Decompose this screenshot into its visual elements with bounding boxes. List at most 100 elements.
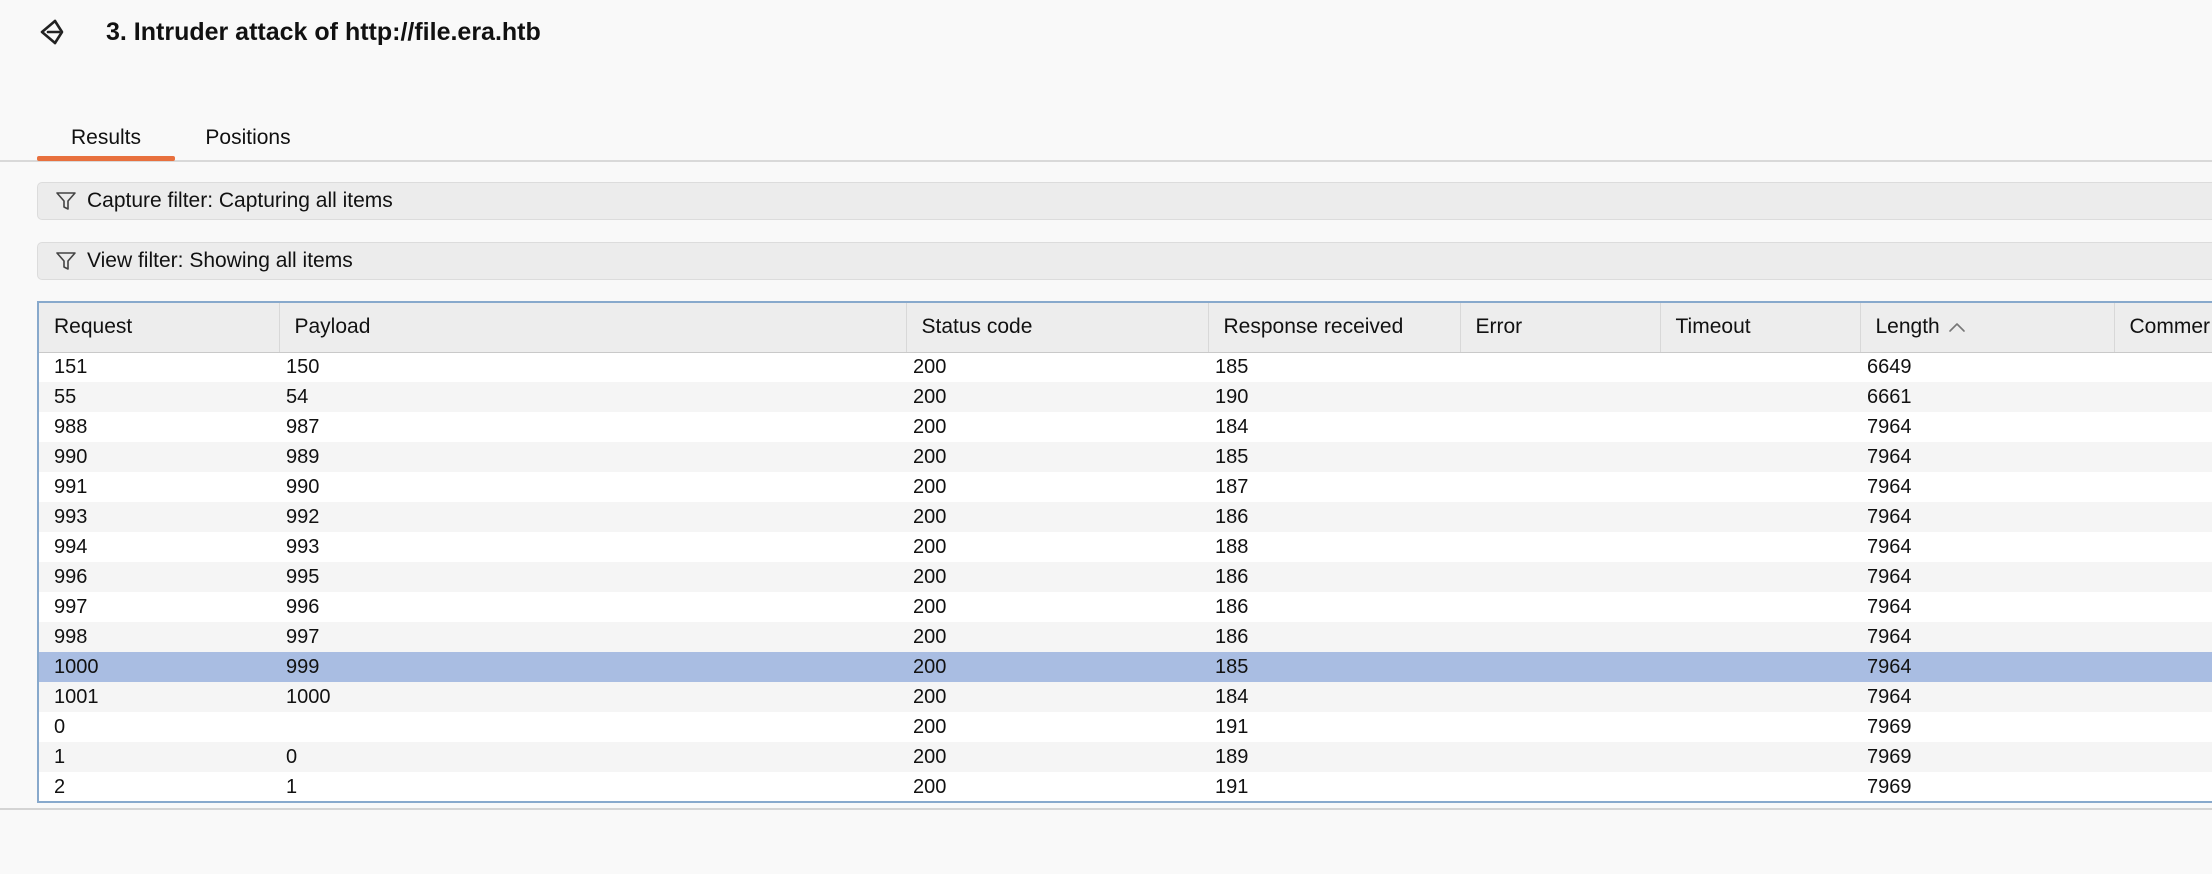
cell-payload: 150 bbox=[286, 355, 320, 378]
cell-payload: 1000 bbox=[279, 682, 906, 712]
cell-payload: 992 bbox=[279, 502, 906, 532]
cell-response-received: 186 bbox=[1208, 562, 1460, 592]
cell-payload: 54 bbox=[279, 382, 906, 412]
table-row[interactable]: 991 990 200 187 7964 bbox=[39, 472, 2212, 502]
page-title: 3. Intruder attack of http://file.era.ht… bbox=[106, 18, 541, 46]
cell-error bbox=[1460, 772, 1660, 801]
table-row[interactable]: 1000 999 200 185 7964 bbox=[39, 652, 2212, 682]
capture-filter-bar[interactable]: Capture filter: Capturing all items bbox=[37, 182, 2212, 220]
table-row[interactable]: 990 989 200 185 7964 bbox=[39, 442, 2212, 472]
cell-request: 994 bbox=[54, 535, 88, 558]
cell-comment bbox=[2114, 652, 2212, 682]
cell-error bbox=[1460, 622, 1660, 652]
cell-status-code: 200 bbox=[906, 502, 1208, 532]
cell-error bbox=[1460, 472, 1660, 502]
table-row[interactable]: 994 993 200 188 7964 bbox=[39, 532, 2212, 562]
cell-error bbox=[1460, 682, 1660, 712]
cell-request: 1001 bbox=[39, 682, 279, 712]
column-header-response-received[interactable]: Response received bbox=[1208, 303, 1461, 353]
results-table-container: Request Payload Status code Response rec… bbox=[37, 301, 2212, 803]
table-header-row: Request Payload Status code Response rec… bbox=[39, 303, 2212, 353]
cell-status-code: 200 bbox=[906, 442, 1208, 472]
cell-response-received: 185 bbox=[1215, 355, 1249, 378]
table-row[interactable]: 997 996 200 186 7964 bbox=[39, 592, 2212, 622]
cell-response-received: 184 bbox=[1208, 682, 1460, 712]
cell-status-code: 200 bbox=[906, 382, 1208, 412]
column-header-request[interactable]: Request bbox=[39, 303, 280, 353]
cell-length: 7969 bbox=[1867, 715, 1912, 738]
column-header-length[interactable]: Length bbox=[1860, 303, 2115, 353]
table-row[interactable]: 988 987 200 184 7964 bbox=[39, 412, 2212, 442]
cell-timeout bbox=[1660, 622, 1860, 652]
tab-positions[interactable]: Positions bbox=[190, 118, 306, 158]
cell-request: 990 bbox=[39, 442, 279, 472]
cell-timeout bbox=[1660, 772, 1860, 801]
cell-length: 7964 bbox=[1867, 595, 1912, 618]
cell-status-code: 200 bbox=[906, 652, 1208, 682]
column-header-comment[interactable]: Commer bbox=[2114, 303, 2212, 353]
cell-payload: 995 bbox=[279, 562, 906, 592]
cell-response-received: 186 bbox=[1208, 502, 1460, 532]
cell-response-received: 188 bbox=[1215, 535, 1249, 558]
cell-status-code: 200 bbox=[913, 775, 947, 798]
cell-length: 7964 bbox=[1860, 622, 2114, 652]
table-row[interactable]: 151 150 200 185 6649 bbox=[39, 352, 2212, 382]
cell-status-code: 200 bbox=[906, 562, 1208, 592]
cell-length: 7964 bbox=[1860, 502, 2114, 532]
table-row[interactable]: 996 995 200 186 7964 bbox=[39, 562, 2212, 592]
results-table: Request Payload Status code Response rec… bbox=[39, 303, 2212, 801]
cell-timeout bbox=[1660, 502, 1860, 532]
cell-timeout bbox=[1660, 532, 1860, 562]
back-arrow-icon bbox=[40, 19, 64, 45]
table-row[interactable]: 55 54 200 190 6661 bbox=[39, 382, 2212, 412]
cell-payload: 987 bbox=[286, 415, 320, 438]
cell-timeout bbox=[1660, 412, 1860, 442]
table-row[interactable]: 993 992 200 186 7964 bbox=[39, 502, 2212, 532]
cell-payload bbox=[279, 712, 906, 742]
column-header-error[interactable]: Error bbox=[1460, 303, 1661, 353]
cell-response-received: 191 bbox=[1215, 775, 1249, 798]
table-row[interactable]: 0 200 191 7969 bbox=[39, 712, 2212, 742]
cell-payload: 0 bbox=[279, 742, 906, 772]
view-filter-bar[interactable]: View filter: Showing all items bbox=[37, 242, 2212, 280]
cell-comment bbox=[2114, 742, 2212, 772]
table-row[interactable]: 998 997 200 186 7964 bbox=[39, 622, 2212, 652]
cell-error bbox=[1460, 352, 1660, 382]
cell-timeout bbox=[1660, 742, 1860, 772]
cell-request: 996 bbox=[39, 562, 279, 592]
cell-error bbox=[1460, 502, 1660, 532]
cell-status-code: 200 bbox=[906, 742, 1208, 772]
cell-payload: 993 bbox=[286, 535, 320, 558]
sort-ascending-icon bbox=[1948, 315, 1966, 339]
cell-status-code: 200 bbox=[913, 475, 947, 498]
cell-length: 7964 bbox=[1860, 442, 2114, 472]
cell-payload: 997 bbox=[279, 622, 906, 652]
table-row[interactable]: 1 0 200 189 7969 bbox=[39, 742, 2212, 772]
table-row[interactable]: 1001 1000 200 184 7964 bbox=[39, 682, 2212, 712]
cell-comment bbox=[2114, 712, 2212, 742]
column-header-payload[interactable]: Payload bbox=[279, 303, 907, 353]
cell-timeout bbox=[1660, 562, 1860, 592]
cell-request: 993 bbox=[39, 502, 279, 532]
cell-timeout bbox=[1660, 652, 1860, 682]
cell-status-code: 200 bbox=[906, 622, 1208, 652]
cell-error bbox=[1460, 652, 1660, 682]
cell-length: 7964 bbox=[1860, 652, 2114, 682]
cell-timeout bbox=[1660, 592, 1860, 622]
column-header-timeout[interactable]: Timeout bbox=[1660, 303, 1861, 353]
cell-error bbox=[1460, 442, 1660, 472]
table-row[interactable]: 2 1 200 191 7969 bbox=[39, 772, 2212, 801]
cell-status-code: 200 bbox=[906, 682, 1208, 712]
cell-comment bbox=[2114, 442, 2212, 472]
cell-payload: 999 bbox=[279, 652, 906, 682]
column-header-status-code[interactable]: Status code bbox=[906, 303, 1209, 353]
column-header-length-label: Length bbox=[1875, 315, 1940, 339]
cell-response-received: 187 bbox=[1215, 475, 1249, 498]
cell-length: 7964 bbox=[1867, 415, 1912, 438]
cell-payload: 989 bbox=[279, 442, 906, 472]
back-button[interactable] bbox=[34, 14, 70, 50]
tab-results[interactable]: Results bbox=[37, 118, 175, 161]
cell-response-received: 184 bbox=[1215, 415, 1249, 438]
cell-request: 997 bbox=[54, 595, 88, 618]
cell-status-code: 200 bbox=[913, 715, 947, 738]
